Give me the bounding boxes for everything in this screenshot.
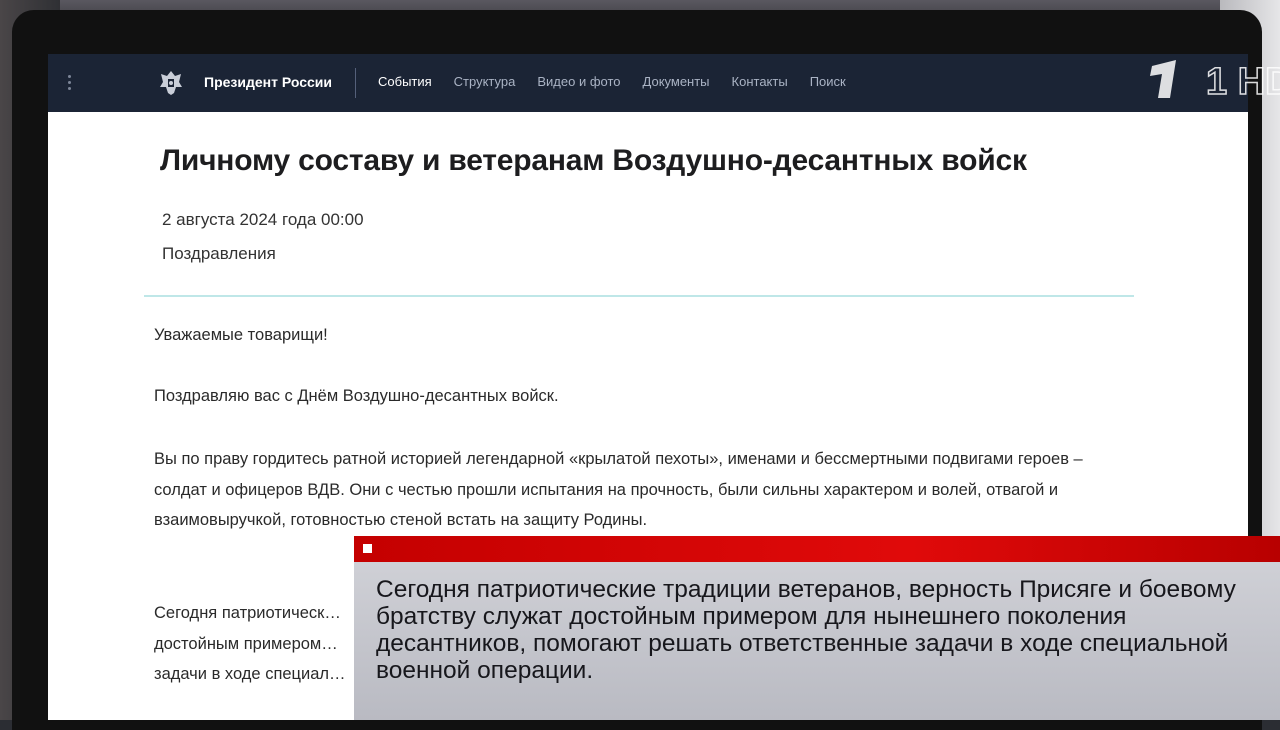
article-paragraph: Вы по праву гордитесь ратной историей ле…: [154, 450, 1083, 529]
broadcast-caption-panel: Сегодня патриотические традиции ветерано…: [354, 536, 1280, 720]
nav-item-contacts[interactable]: Контакты: [732, 74, 788, 89]
nav-divider: [355, 68, 356, 98]
article-divider: [144, 295, 1134, 297]
menu-dots-icon[interactable]: [66, 72, 72, 94]
caption-red-bar: [354, 536, 1280, 562]
nav-menu: События Структура Видео и фото Документы…: [378, 74, 868, 89]
nav-item-documents[interactable]: Документы: [643, 74, 710, 89]
article-paragraph: Уважаемые товарищи!: [154, 326, 328, 344]
article-date: 2 августа 2024 года 00:00: [162, 210, 364, 229]
article-paragraph: Поздравляю вас с Днём Воздушно-десантных…: [154, 387, 559, 405]
article-category[interactable]: Поздравления: [162, 244, 276, 264]
nav-item-video-photo[interactable]: Видео и фото: [537, 74, 620, 89]
caption-text: Сегодня патриотические традиции ветерано…: [376, 576, 1236, 684]
article-paragraph-truncated: Сегодня патриотическ… достойным примером…: [154, 604, 346, 683]
channel-logo-text: 1 HD: [1206, 61, 1280, 100]
caption-marker-icon: [363, 544, 372, 553]
nav-item-events[interactable]: События: [378, 74, 432, 89]
article-header: Личному составу и ветеранам Воздушно-дес…: [160, 144, 1140, 263]
nav-item-search[interactable]: Поиск: [810, 74, 846, 89]
site-title[interactable]: Президент России: [204, 74, 332, 90]
site-navbar: Президент России События Структура Видео…: [48, 54, 1248, 112]
article-title: Личному составу и ветеранам Воздушно-дес…: [160, 144, 1027, 177]
caption-body: Сегодня патриотические традиции ветерано…: [354, 562, 1280, 720]
nav-item-structure[interactable]: Структура: [454, 74, 516, 89]
channel-logo-icon: 1 HD: [1150, 60, 1280, 100]
coat-of-arms-icon[interactable]: [156, 68, 186, 98]
